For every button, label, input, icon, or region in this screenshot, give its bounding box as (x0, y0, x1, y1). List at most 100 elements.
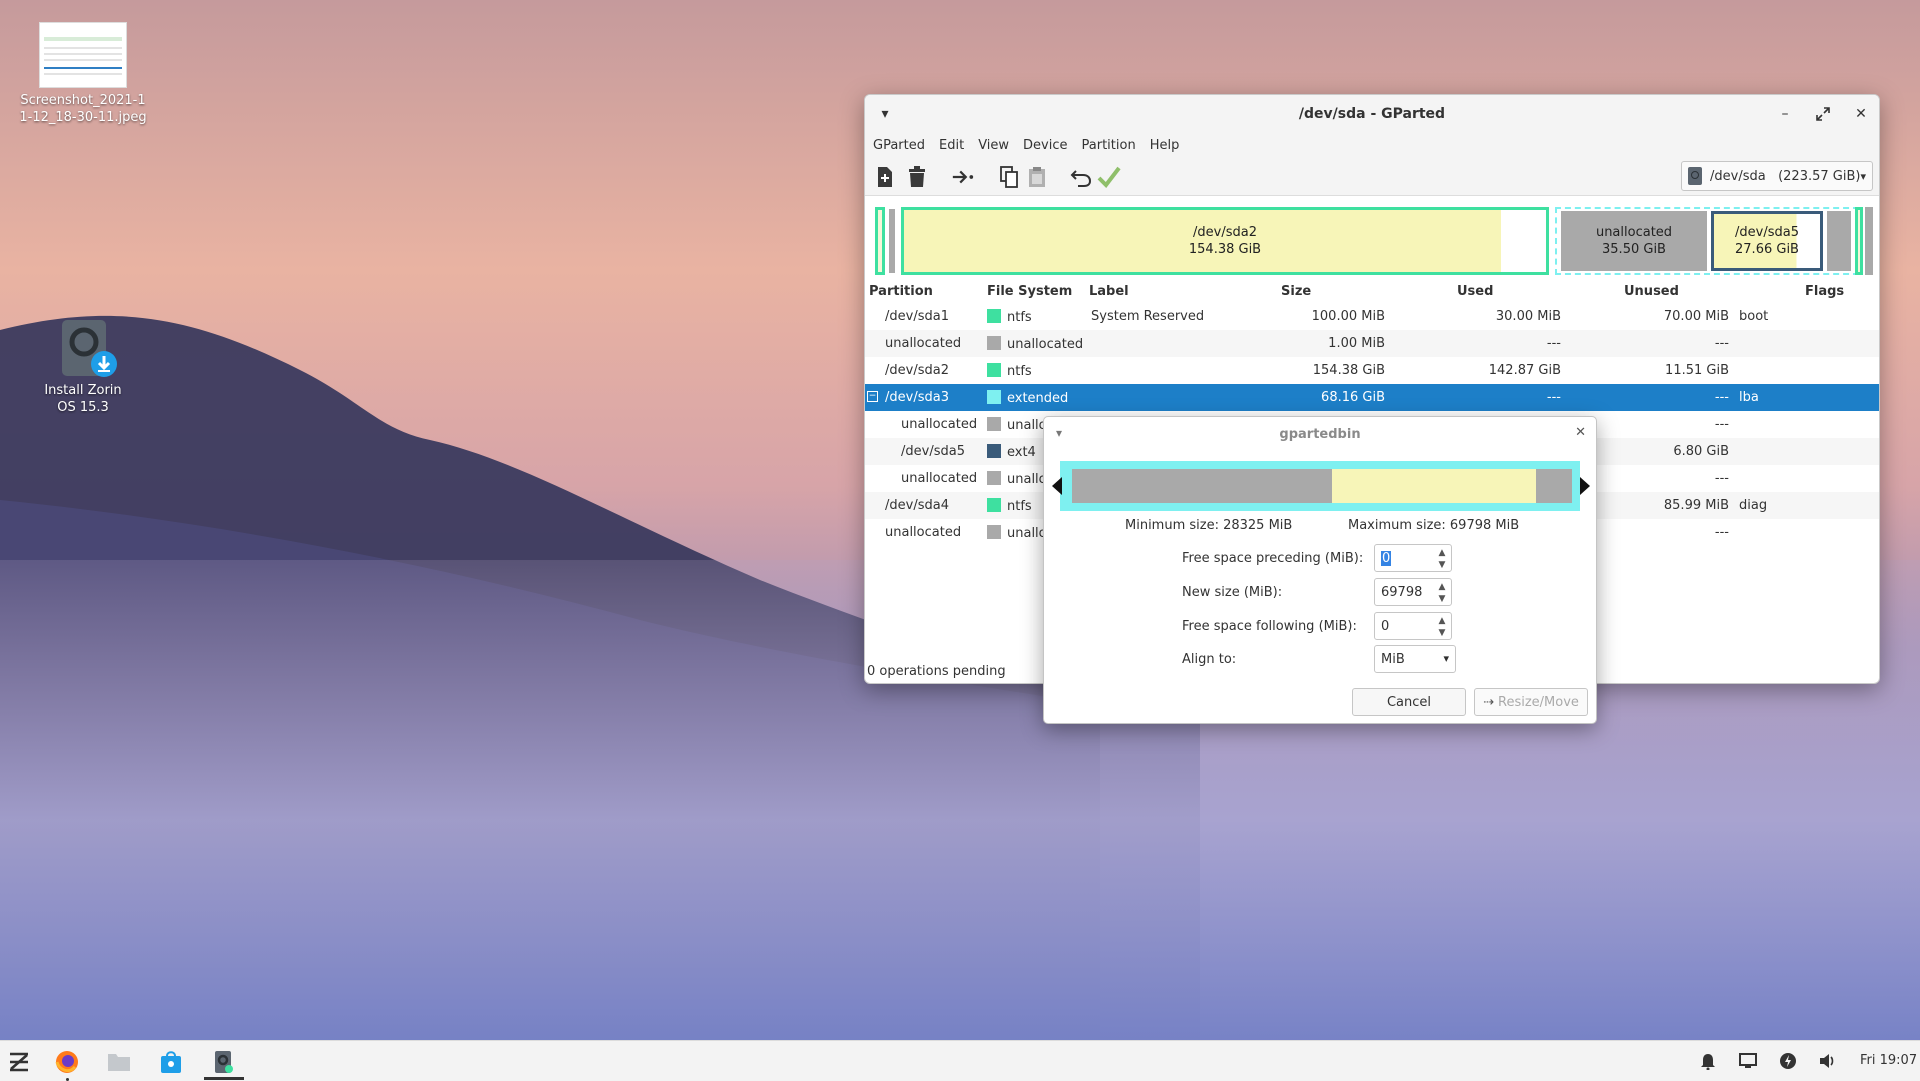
col-label[interactable]: Label (1089, 284, 1129, 299)
row-flags: diag (1739, 498, 1768, 513)
delete-icon[interactable] (905, 165, 929, 189)
menu-device[interactable]: Device (1023, 138, 1067, 153)
decrement-icon[interactable]: ▼ (1435, 627, 1449, 639)
increment-icon[interactable]: ▲ (1435, 581, 1449, 593)
new-size-label: New size (MiB): (1182, 585, 1283, 600)
row-unused: 70.00 MiB (1663, 309, 1729, 324)
firefox-icon[interactable] (54, 1049, 80, 1075)
copy-icon[interactable] (997, 165, 1021, 189)
free-following-input[interactable]: 0 ▲ ▼ (1374, 612, 1452, 640)
row-unused: --- (1714, 336, 1729, 351)
col-unused[interactable]: Unused (1624, 284, 1679, 299)
fs-color-swatch (987, 498, 1001, 512)
desktop-icon-install-zorin[interactable]: Install Zorin OS 15.3 (18, 318, 148, 416)
title-bar[interactable]: ▾ /dev/sda - GParted – ✕ (865, 95, 1879, 133)
row-filesystem: unallo (987, 471, 1047, 487)
row-used: 142.87 GiB (1488, 363, 1561, 378)
table-row[interactable]: /dev/sda2 ntfs 154.38 GiB 142.87 GiB 11.… (865, 357, 1879, 384)
fs-color-swatch (987, 390, 1001, 404)
free-preceding-value: 0 (1381, 551, 1392, 566)
row-filesystem: extended (987, 390, 1068, 406)
menu-edit[interactable]: Edit (939, 138, 964, 153)
col-used[interactable]: Used (1457, 284, 1493, 299)
decrement-icon[interactable]: ▼ (1435, 559, 1449, 571)
menu-view[interactable]: View (978, 138, 1009, 153)
diskmap-unallocated-small[interactable] (887, 207, 897, 275)
minimize-icon[interactable]: – (1775, 104, 1795, 124)
resize-area-tail (1536, 469, 1572, 503)
clock[interactable]: Fri 19:07 (1860, 1053, 1917, 1068)
resize-move-icon[interactable] (951, 165, 975, 189)
new-partition-icon[interactable] (873, 165, 897, 189)
right-resize-handle-icon[interactable] (1580, 477, 1590, 495)
cancel-button[interactable]: Cancel (1352, 688, 1466, 716)
zorin-menu-icon[interactable] (6, 1049, 32, 1075)
diskmap-sda2[interactable]: /dev/sda2 154.38 GiB (901, 207, 1549, 275)
menu-partition[interactable]: Partition (1082, 138, 1136, 153)
files-icon[interactable] (106, 1049, 132, 1075)
diskmap-sda4[interactable] (1855, 207, 1863, 275)
increment-icon[interactable]: ▲ (1435, 547, 1449, 559)
col-flags[interactable]: Flags (1805, 284, 1844, 299)
diskmap-sda1[interactable] (875, 207, 885, 275)
new-size-input[interactable]: 69798 ▲ ▼ (1374, 578, 1452, 606)
table-row[interactable]: unallocated unallocated 1.00 MiB --- --- (865, 330, 1879, 357)
maximize-icon[interactable] (1813, 104, 1833, 124)
resize-graphic[interactable] (1052, 461, 1590, 511)
software-store-icon[interactable] (158, 1049, 184, 1075)
left-resize-handle-icon[interactable] (1052, 477, 1062, 495)
row-flags: boot (1739, 309, 1769, 324)
menu-bar: GParted Edit View Device Partition Help (865, 133, 1879, 157)
desktop-icon-label: Screenshot_2021-11-12_18-30-11.jpeg (19, 93, 147, 125)
image-thumbnail-icon (39, 22, 127, 88)
col-partition[interactable]: Partition (869, 284, 933, 299)
diskmap-sda5[interactable]: /dev/sda5 27.66 GiB (1711, 211, 1823, 271)
menu-gparted[interactable]: GParted (873, 138, 925, 153)
resize-move-button-label: Resize/Move (1498, 694, 1579, 710)
device-selector-label: /dev/sda (223.57 GiB) (1710, 168, 1861, 184)
diskmap-unallocated-tail[interactable] (1827, 211, 1851, 271)
resize-move-button[interactable]: ⇢ Resize/Move (1474, 688, 1588, 716)
table-row[interactable]: /dev/sda1 ntfs System Reserved 100.00 Mi… (865, 303, 1879, 330)
decrement-icon[interactable]: ▼ (1435, 593, 1449, 605)
dialog-close-icon[interactable]: ✕ (1575, 425, 1586, 440)
align-to-select[interactable]: MiB ▾ (1374, 645, 1456, 673)
display-icon[interactable] (1738, 1051, 1758, 1071)
table-row-selected[interactable]: − /dev/sda3 extended 68.16 GiB --- --- l… (865, 384, 1879, 411)
power-icon[interactable] (1778, 1051, 1798, 1071)
apply-icon[interactable] (1097, 165, 1121, 189)
device-selector[interactable]: /dev/sda (223.57 GiB) ▾ (1681, 161, 1873, 191)
row-size: 100.00 MiB (1311, 309, 1385, 324)
free-preceding-input[interactable]: 0 ▲ ▼ (1374, 544, 1452, 572)
row-filesystem: ext4 (987, 444, 1036, 460)
col-filesystem[interactable]: File System (987, 284, 1072, 299)
diskmap-unallocated-end[interactable] (1865, 207, 1873, 275)
row-size: 154.38 GiB (1312, 363, 1385, 378)
close-icon[interactable]: ✕ (1851, 104, 1871, 124)
undo-icon[interactable] (1069, 165, 1093, 189)
col-size[interactable]: Size (1281, 284, 1311, 299)
toolbar: /dev/sda (223.57 GiB) ▾ (865, 157, 1879, 196)
row-flags: lba (1739, 390, 1759, 405)
collapse-icon[interactable]: − (867, 391, 878, 402)
volume-icon[interactable] (1818, 1051, 1838, 1071)
dialog-title: gpartedbin (1279, 427, 1361, 442)
increment-icon[interactable]: ▲ (1435, 615, 1449, 627)
row-partition: /dev/sda5 (901, 444, 965, 459)
align-to-value: MiB (1381, 652, 1405, 667)
row-filesystem: ntfs (987, 309, 1032, 325)
fs-color-swatch (987, 363, 1001, 377)
gparted-taskbar-icon[interactable] (210, 1049, 236, 1075)
free-following-value: 0 (1381, 619, 1390, 634)
row-fs-text: extended (1007, 391, 1069, 406)
diskmap-sda5-name: /dev/sda5 (1735, 225, 1799, 240)
menu-help[interactable]: Help (1150, 138, 1180, 153)
row-partition: unallocated (901, 471, 978, 486)
taskbar: Fri 19:07 (0, 1040, 1920, 1081)
diskmap-unallocated[interactable]: unallocated 35.50 GiB (1561, 211, 1707, 271)
fs-color-swatch (987, 525, 1001, 539)
paste-icon[interactable] (1025, 165, 1049, 189)
desktop-icon-screenshot[interactable]: Screenshot_2021-11-12_18-30-11.jpeg (18, 22, 148, 126)
notifications-bell-icon[interactable] (1698, 1051, 1718, 1071)
chevron-down-icon: ▾ (1860, 169, 1866, 183)
